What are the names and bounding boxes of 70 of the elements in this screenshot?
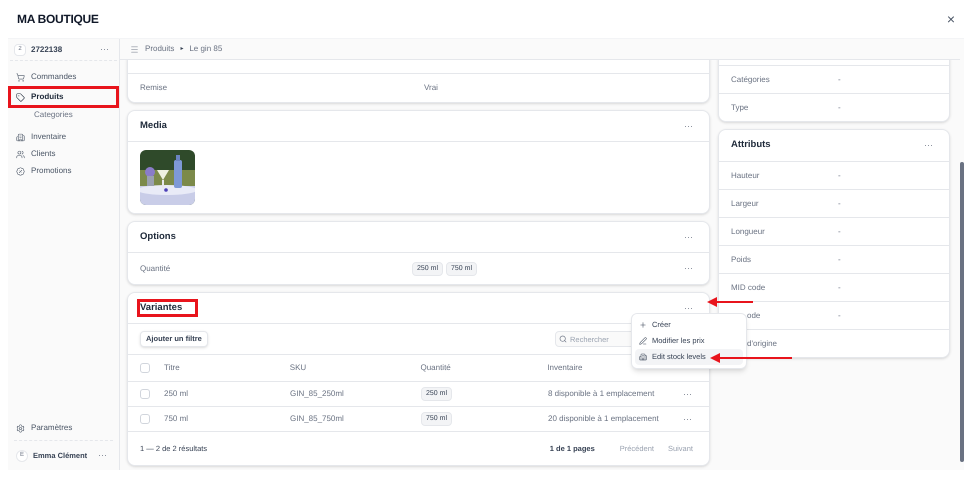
breadcrumb-item[interactable]: Le gin 85 [189,43,222,55]
app-title: MA BOUTIQUE [17,11,99,28]
card-title: Variantes [140,300,182,315]
attribute-value: - [838,102,841,114]
plus-icon [639,321,647,329]
table-cell-text: 250 ml [164,388,190,400]
attribute-label: Largeur [731,198,759,210]
table-cell-text: 8 disponible à 1 emplacement [548,388,656,400]
field-label: Remise [140,82,168,94]
attribute-label: ode [747,310,760,322]
users-icon [16,150,25,158]
attribute-value: - [838,282,841,294]
attribute-label: Type [731,102,748,114]
column-header: Quantité [420,362,452,374]
column-header: Titre [164,362,181,374]
row-menu-button[interactable]: ··· [679,390,696,398]
nav-subitem[interactable]: Categories [14,108,113,122]
building-icon [639,353,647,361]
close-button[interactable]: × [946,12,955,26]
row-menu-button[interactable]: ··· [679,414,696,424]
checkbox[interactable] [140,389,150,399]
attribute-value: - [838,226,841,238]
checkbox[interactable] [140,414,150,424]
checkbox[interactable] [140,363,150,373]
tag-icon [16,92,25,102]
building-icon [16,132,25,142]
arrow [707,297,755,307]
card-title: Media [140,118,167,133]
more-button[interactable]: ··· [680,264,697,273]
option-label: Quantité [140,262,172,274]
more-button[interactable]: ··· [680,304,697,312]
nav-item[interactable]: Produits [14,89,113,105]
pen-icon [639,337,647,345]
column-header: SKU [290,362,308,374]
attribute-label: Longueur [731,226,765,238]
settings-link[interactable]: Paramètres [14,420,74,436]
attribute-value: - [838,198,841,210]
cart-icon [16,72,25,82]
attribute-value: - [838,254,841,266]
table-cell-text: GIN_85_250ml [290,388,345,400]
table-cell-text: GIN_85_750ml [290,413,345,425]
attribute-label: d'origine [747,338,777,350]
attribute-value: - [838,310,841,322]
attribute-label: Hauteur [731,170,760,182]
attribute-label: MID code [731,282,766,294]
field-value: Vrai [424,82,438,94]
user-menu-button[interactable]: ··· [94,451,111,460]
nav-item[interactable]: Clients [14,146,113,162]
search-icon [559,335,567,343]
store-menu-button[interactable]: ··· [96,45,113,54]
attribute-value: - [838,74,841,86]
nav-item[interactable]: Promotions [14,163,113,179]
card-title: Options [140,230,176,244]
more-button[interactable]: ··· [680,232,697,242]
attribute-value: - [838,170,841,182]
settings-icon [16,424,25,432]
breadcrumb-item[interactable]: Produits [145,43,174,55]
nav-item[interactable]: Inventaire [14,129,113,145]
attribute-label: Poids [731,254,752,266]
table-cell-text: 20 disponible à 1 emplacement [548,413,660,425]
column-header: Inventaire [547,362,584,374]
more-button[interactable]: ··· [680,122,697,130]
attribute-label: Catégories [731,74,770,86]
percent-icon [16,166,25,176]
store-name: 2722138 [31,44,64,56]
menu-icon[interactable] [130,44,139,54]
table-cell-text: 750 ml [164,413,190,425]
nav-item[interactable]: Commandes [14,69,113,85]
more-button[interactable]: ··· [920,141,937,150]
card-title: Attributs [731,138,771,152]
